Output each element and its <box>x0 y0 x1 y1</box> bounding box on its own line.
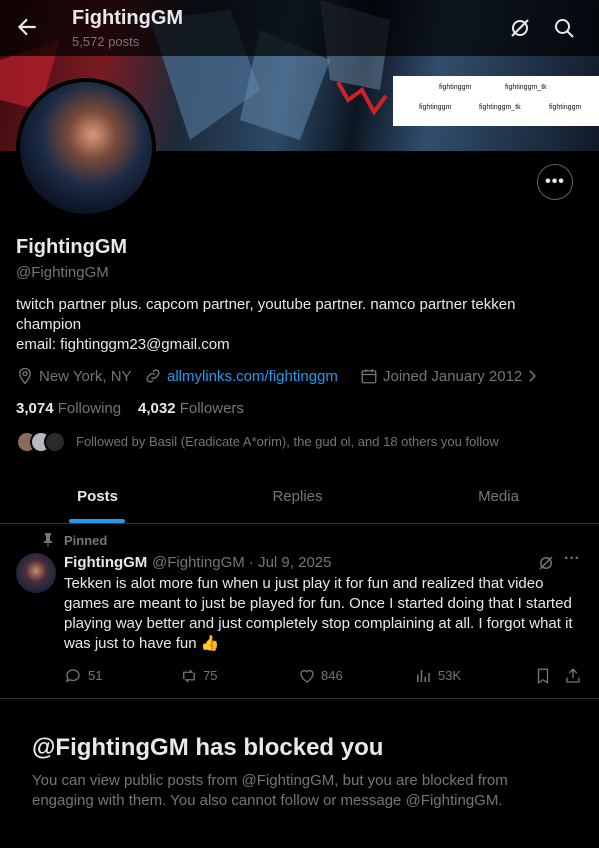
more-options-label: ••• <box>545 173 565 190</box>
bookmark-icon[interactable] <box>534 667 552 685</box>
views-count: 53K <box>438 668 462 683</box>
post-more-button[interactable]: ··· <box>564 550 580 568</box>
followed-by-text[interactable]: Followed by Basil (Eradicate A*orim), th… <box>76 434 499 449</box>
profile-link[interactable]: allmylinks.com/fightinggm <box>167 368 338 385</box>
top-bar: FightingGM 5,572 posts <box>0 0 599 56</box>
header-post-count: 5,572 posts <box>72 34 140 49</box>
grok-icon[interactable] <box>508 16 532 40</box>
tabs-divider <box>0 523 599 524</box>
pinned-label: Pinned <box>64 533 108 548</box>
banner-social-youtube: fightinggm <box>419 104 452 111</box>
followers-label: Followers <box>179 400 244 417</box>
repost-count: 75 <box>203 668 218 683</box>
blocked-description: You can view public posts from @Fighting… <box>32 772 508 809</box>
tab-posts[interactable]: Posts <box>40 488 155 505</box>
profile-name: FightingGM <box>16 236 128 258</box>
banner-socials-box: fightinggm fightinggm_tk fightinggm figh… <box>393 76 599 126</box>
followed-by-avatars[interactable] <box>16 430 66 454</box>
profile-handle: @FightingGM <box>16 264 109 281</box>
following-stat[interactable]: 3,074 Following <box>16 400 121 417</box>
profile-avatar[interactable] <box>16 78 156 218</box>
reply-icon[interactable] <box>64 667 82 685</box>
banner-social-tiktok: fightinggm_tk <box>505 84 547 91</box>
share-icon[interactable] <box>564 667 582 685</box>
calendar-icon <box>361 369 377 384</box>
back-arrow-icon[interactable] <box>14 14 40 40</box>
following-label: Following <box>57 400 122 417</box>
profile-joined: Joined January 2012 <box>383 368 523 385</box>
more-options-button[interactable]: ••• <box>537 164 573 200</box>
post-author-name[interactable]: FightingGM <box>64 554 147 571</box>
grok-icon[interactable] <box>537 554 555 572</box>
banner-social-twitch2: fightinggm_tk <box>479 104 521 111</box>
link-icon <box>146 369 160 383</box>
chevron-right-icon[interactable] <box>523 367 541 385</box>
location-icon <box>19 367 31 385</box>
banner-social-twitch: fightinggm <box>439 84 472 91</box>
pin-icon <box>43 533 53 547</box>
like-icon[interactable] <box>298 667 316 685</box>
followers-stat[interactable]: 4,032 Followers <box>138 400 244 417</box>
header-title: FightingGM <box>72 7 184 29</box>
post-divider <box>0 698 599 699</box>
profile-location: New York, NY <box>39 368 132 385</box>
reply-count: 51 <box>88 668 103 683</box>
tab-replies[interactable]: Replies <box>240 488 355 505</box>
post-avatar[interactable] <box>16 553 56 593</box>
like-count: 846 <box>321 668 343 683</box>
tab-media[interactable]: Media <box>441 488 556 505</box>
post-meta[interactable]: @FightingGM · Jul 9, 2025 <box>152 554 331 571</box>
banner-social-instagram: fightinggm <box>549 104 582 111</box>
profile-bio: twitch partner plus. capcom partner, you… <box>16 296 516 353</box>
post-text: Tekken is alot more fun when u just play… <box>64 575 573 652</box>
views-icon[interactable] <box>414 667 432 685</box>
search-icon[interactable] <box>552 16 576 40</box>
repost-icon[interactable] <box>180 667 198 685</box>
followers-count: 4,032 <box>138 400 176 417</box>
following-count: 3,074 <box>16 400 54 417</box>
blocked-title: @FightingGM has blocked you <box>32 734 384 761</box>
